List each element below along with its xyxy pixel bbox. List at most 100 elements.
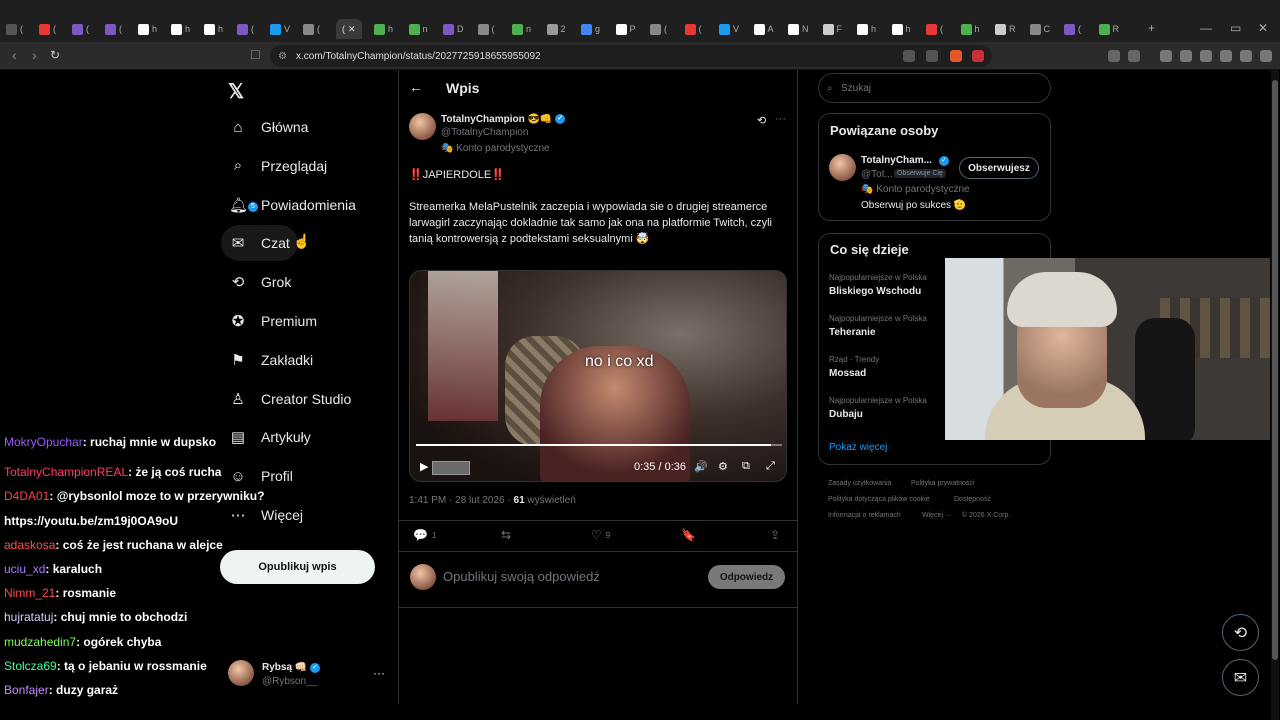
trend-item[interactable]: Dubaju <box>829 409 863 420</box>
post-timestamp[interactable]: 1:41 PM · 28 lut 2026 · <box>409 495 514 506</box>
repost-action[interactable]: ⇆ <box>501 528 515 542</box>
reply-action[interactable]: 💬 1 <box>413 528 436 542</box>
browser-tab-active[interactable]: ( ✕ <box>336 19 362 39</box>
browser-tab[interactable]: h <box>891 19 911 39</box>
fullscreen-icon[interactable]: ⤢ <box>766 460 775 473</box>
maximize-icon[interactable]: ▭ <box>1230 21 1241 35</box>
browser-tab[interactable]: ( <box>303 19 320 39</box>
minimize-icon[interactable]: — <box>1200 21 1212 35</box>
share-action[interactable]: ⇪ <box>770 528 780 542</box>
grok-analyze-icon[interactable]: ⟲ <box>757 114 766 127</box>
leo-icon[interactable] <box>1220 50 1232 62</box>
like-action[interactable]: ♡ 9 <box>591 528 610 542</box>
browser-tab[interactable]: h <box>171 19 190 39</box>
volume-icon[interactable]: 🔊 <box>694 460 708 473</box>
browser-tab[interactable]: F <box>822 19 842 39</box>
x-logo-icon[interactable]: 𝕏 <box>228 79 244 104</box>
messages-float-button[interactable]: ✉ <box>1222 659 1259 696</box>
sidebar-item-główna[interactable]: ⌂ Główna <box>221 109 316 145</box>
bookmark-action[interactable]: 🔖 <box>681 528 696 542</box>
browser-tab[interactable]: n <box>408 19 428 39</box>
vpn-icon[interactable] <box>1240 50 1252 62</box>
screen-icon[interactable] <box>903 50 915 62</box>
sidebar-item-creator studio[interactable]: ♙ Creator Studio <box>221 381 359 417</box>
sidebar-item-premium[interactable]: ✪ Premium <box>221 303 325 339</box>
sidebar-item-powiadomienia[interactable]: 🔔︎ 5 Powiadomienia <box>221 187 364 223</box>
url-field[interactable]: ⚙ x.com/TotalnyChampion/status/202772591… <box>270 45 992 67</box>
sidebar-icon[interactable] <box>1180 50 1192 62</box>
music-icon[interactable] <box>1160 50 1172 62</box>
browser-tab[interactable]: ( <box>39 19 56 39</box>
trend-item[interactable]: Bliskiego Wschodu <box>829 286 921 297</box>
browser-tab[interactable]: h <box>138 19 157 39</box>
pip-icon[interactable]: ⧉ <box>742 460 750 473</box>
brave-shield-icon[interactable] <box>950 50 962 62</box>
extensions-icon[interactable] <box>1108 50 1120 62</box>
footer-link[interactable]: © 2026 X Corp. <box>962 512 1010 519</box>
browser-tab[interactable]: D <box>443 19 464 39</box>
browser-tab[interactable]: ( <box>684 19 702 39</box>
author-avatar[interactable] <box>409 113 436 140</box>
browser-tab[interactable]: h <box>374 19 393 39</box>
browser-tab[interactable]: ( <box>477 19 495 39</box>
play-icon[interactable]: ▶ <box>420 460 428 473</box>
search-input[interactable]: ⌕ Szukaj <box>818 73 1051 103</box>
browser-tab[interactable]: V <box>719 19 739 39</box>
browser-tab[interactable]: R <box>1098 19 1119 39</box>
footer-link[interactable]: Polityka dotycząca plików cookie <box>828 496 930 503</box>
browser-tab[interactable]: A <box>753 19 774 39</box>
footer-link[interactable]: Dostępność <box>954 496 991 503</box>
video-progress-bar[interactable] <box>416 444 782 446</box>
wallet-icon[interactable] <box>1200 50 1212 62</box>
site-info-icon[interactable]: ⚙ <box>278 51 287 62</box>
reload-icon[interactable]: ↻ <box>50 48 60 62</box>
reply-button[interactable]: Odpowiedz <box>708 565 785 589</box>
footer-link[interactable]: Informacja o reklamach <box>828 512 901 519</box>
browser-tab[interactable]: ( <box>237 19 254 39</box>
related-avatar[interactable] <box>829 154 856 181</box>
back-nav-icon[interactable]: ‹ <box>12 47 17 63</box>
browser-tab[interactable]: ( <box>1064 19 1081 39</box>
reply-input[interactable]: Opublikuj swoją odpowiedź <box>443 569 600 584</box>
browser-tab[interactable]: N <box>788 19 809 39</box>
sidebar-item-przeglądaj[interactable]: ⌕ Przeglądaj <box>221 148 335 184</box>
footer-link[interactable]: Więcej ··· <box>922 512 952 519</box>
new-tab-icon[interactable]: + <box>1148 21 1155 35</box>
browser-tab[interactable]: h <box>857 19 876 39</box>
grok-float-button[interactable]: ⟲ <box>1222 614 1259 651</box>
sidebar-item-zakładki[interactable]: ⚑ Zakładki <box>221 342 321 378</box>
browser-tab[interactable]: ( <box>650 19 667 39</box>
browser-tab[interactable]: P <box>615 19 636 39</box>
settings-icon[interactable]: ⚙ <box>718 460 728 473</box>
author-name-row[interactable]: TotalnyChampion 😎👊 ✓ <box>441 114 566 125</box>
sidebar-item-grok[interactable]: ⟲ Grok <box>221 264 299 300</box>
browser-tab[interactable]: ( <box>926 19 943 39</box>
trend-item[interactable]: Mossad <box>829 368 866 379</box>
browser-tab[interactable]: n <box>512 19 531 39</box>
forward-nav-icon[interactable]: › <box>32 47 37 63</box>
trend-item[interactable]: Teheranie <box>829 327 876 338</box>
author-handle[interactable]: @TotalnyChampion <box>441 127 528 138</box>
browser-tab[interactable]: h <box>204 19 223 39</box>
show-more-link[interactable]: Pokaż więcej <box>829 442 887 453</box>
browser-tab[interactable]: 2 <box>546 19 566 39</box>
post-more-icon[interactable]: ··· <box>775 113 786 125</box>
browser-tab[interactable]: V <box>270 19 290 39</box>
menu-icon[interactable] <box>1260 50 1272 62</box>
share-icon[interactable] <box>926 50 938 62</box>
browser-tab[interactable]: R <box>995 19 1016 39</box>
extension-2-icon[interactable] <box>1128 50 1140 62</box>
back-arrow-icon[interactable]: ← <box>409 79 423 95</box>
bookmark-page-icon[interactable]: ☐ <box>250 48 261 62</box>
scrollbar[interactable] <box>1271 70 1279 720</box>
browser-tab[interactable]: ( <box>6 19 23 39</box>
browser-tab[interactable]: ( <box>105 19 122 39</box>
browser-tab[interactable]: C <box>1029 19 1050 39</box>
related-name[interactable]: TotalnyCham... <box>861 155 932 166</box>
browser-tab[interactable]: g <box>581 19 600 39</box>
scrollbar-thumb[interactable] <box>1272 80 1278 660</box>
footer-link[interactable]: Zasady użytkowania <box>828 480 891 487</box>
close-tab-icon[interactable]: ✕ <box>348 24 356 35</box>
sidebar-item-czat[interactable]: ✉ Czat <box>221 225 298 262</box>
account-more-icon[interactable]: ··· <box>373 666 385 680</box>
